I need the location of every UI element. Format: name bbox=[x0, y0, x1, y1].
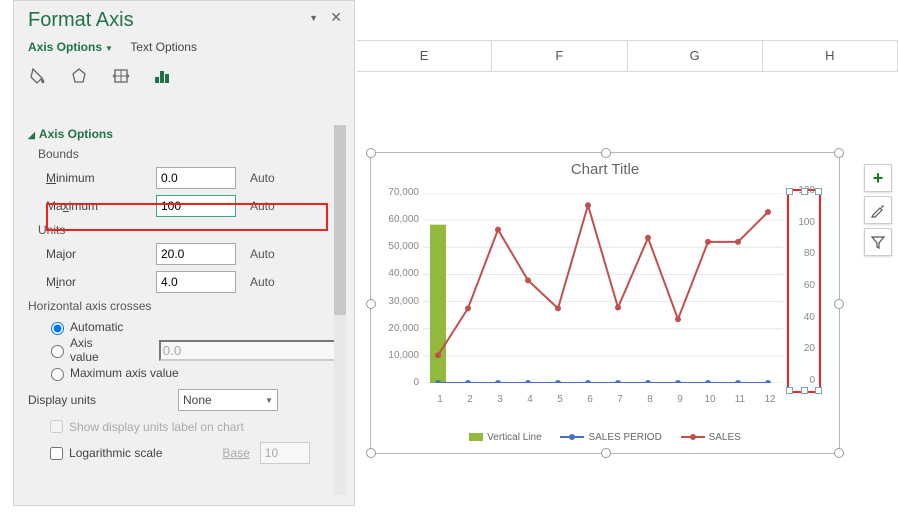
panel-title: Format Axis bbox=[28, 9, 134, 31]
axis-category-icons bbox=[14, 62, 354, 96]
chart-styles-button[interactable] bbox=[864, 196, 892, 224]
panel-scroll: ◢Axis Options Bounds Minimum Auto Maximu… bbox=[28, 119, 346, 495]
minimum-input[interactable] bbox=[156, 167, 236, 189]
units-major-row: Major Auto bbox=[46, 241, 346, 267]
axis-options-icon[interactable] bbox=[152, 66, 180, 86]
fill-icon[interactable] bbox=[28, 66, 56, 86]
display-units-select[interactable]: None▼ bbox=[178, 389, 278, 411]
maximum-input[interactable] bbox=[156, 195, 236, 217]
minimum-auto[interactable]: Auto bbox=[250, 171, 275, 185]
close-icon[interactable]: ✕ bbox=[330, 9, 342, 26]
minor-auto[interactable]: Auto bbox=[250, 275, 275, 289]
log-scale-check[interactable]: Logarithmic scale Base bbox=[46, 442, 346, 464]
tab-text-options[interactable]: Text Options bbox=[130, 40, 197, 54]
chart-plot-area[interactable] bbox=[423, 193, 783, 383]
bounds-label: Bounds bbox=[38, 147, 346, 161]
display-units-row: Display units None▼ bbox=[28, 389, 346, 411]
units-minor-row: Minor Auto bbox=[46, 269, 346, 295]
show-units-checkbox bbox=[50, 420, 63, 433]
show-units-label-check: Show display units label on chart bbox=[46, 417, 346, 436]
format-axis-panel: Format Axis ▼ ✕ Axis Options▼ Text Optio… bbox=[13, 0, 355, 506]
panel-menu-icon[interactable]: ▼ bbox=[309, 13, 318, 23]
radio-automatic-input[interactable] bbox=[51, 322, 64, 335]
bounds-maximum-row: Maximum Auto bbox=[46, 193, 346, 219]
radio-axis-value-input[interactable] bbox=[51, 345, 64, 358]
effects-icon[interactable] bbox=[69, 66, 97, 86]
col-h[interactable]: H bbox=[763, 41, 898, 71]
size-icon[interactable] bbox=[111, 66, 139, 86]
scrollbar-thumb[interactable] bbox=[334, 125, 346, 315]
major-input[interactable] bbox=[156, 243, 236, 265]
col-g[interactable]: G bbox=[628, 41, 763, 71]
log-scale-checkbox[interactable] bbox=[50, 447, 63, 460]
major-auto[interactable]: Auto bbox=[250, 247, 275, 261]
chart-object[interactable]: Chart Title 010,00020,00030,00040,00050,… bbox=[370, 152, 840, 454]
chart-title[interactable]: Chart Title bbox=[371, 161, 839, 178]
chart-elements-button[interactable]: + bbox=[864, 164, 892, 192]
col-f[interactable]: F bbox=[492, 41, 627, 71]
chart-filter-button[interactable] bbox=[864, 228, 892, 256]
radio-axis-value[interactable]: Axis value bbox=[46, 340, 346, 360]
hcross-label: Horizontal axis crosses bbox=[28, 299, 346, 313]
tab-axis-options[interactable]: Axis Options▼ bbox=[28, 40, 113, 54]
section-axis-options[interactable]: ◢Axis Options bbox=[28, 127, 346, 141]
chart-legend[interactable]: Vertical Line SALES PERIOD SALES bbox=[371, 432, 839, 443]
base-label: Base bbox=[222, 446, 249, 460]
axis-value-input[interactable] bbox=[159, 340, 344, 361]
maximum-auto[interactable]: Auto bbox=[250, 199, 275, 213]
column-headers: E F G H bbox=[357, 40, 898, 72]
minor-input[interactable] bbox=[156, 271, 236, 293]
units-label: Units bbox=[38, 223, 346, 237]
col-e[interactable]: E bbox=[357, 41, 492, 71]
radio-max-axis-value-input[interactable] bbox=[51, 368, 64, 381]
base-input bbox=[260, 442, 310, 464]
radio-automatic[interactable]: Automatic bbox=[46, 317, 346, 337]
secondary-axis-highlight: 020406080100120 bbox=[787, 189, 821, 393]
radio-max-axis-value[interactable]: Maximum axis value bbox=[46, 363, 346, 383]
bounds-minimum-row: Minimum Auto bbox=[46, 165, 346, 191]
